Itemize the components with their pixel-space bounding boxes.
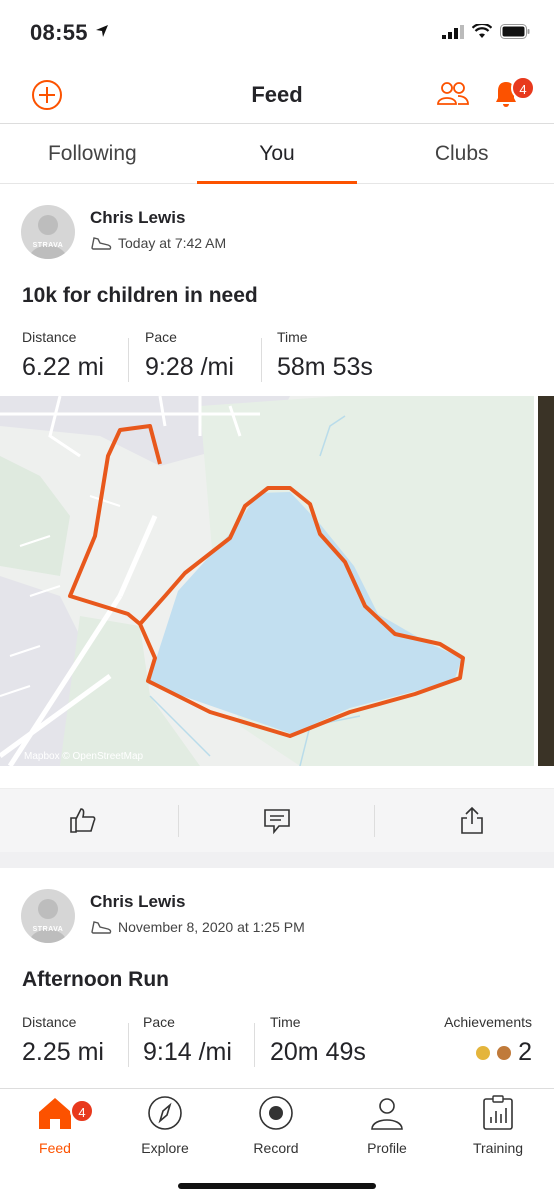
record-icon xyxy=(259,1096,293,1130)
home-indicator[interactable] xyxy=(178,1183,376,1189)
gold-medal-icon xyxy=(476,1046,491,1061)
status-icons xyxy=(442,24,530,39)
stat-value: 9:28 /mi xyxy=(145,353,234,381)
stat-value: 58m 53s xyxy=(277,353,373,381)
tab-clubs[interactable]: Clubs xyxy=(369,124,554,183)
avatar-logo-text: STRAVA xyxy=(32,926,64,933)
stat-pace: Pace 9:28 /mi xyxy=(145,329,234,382)
svg-text:Mapbox © OpenStreetMap: Mapbox © OpenStreetMap xyxy=(24,751,144,762)
notification-count-badge: 4 xyxy=(511,76,535,100)
avatar-silhouette-icon xyxy=(29,899,67,943)
action-divider xyxy=(374,805,375,837)
tabbar-label: Explore xyxy=(141,1140,189,1156)
shoe-icon xyxy=(91,921,112,934)
page-title: Feed xyxy=(251,82,303,107)
avatar-silhouette-icon xyxy=(29,215,67,259)
stat-label: Pace xyxy=(143,1014,175,1030)
avatar-logo-text: STRAVA xyxy=(32,242,64,249)
tabbar-item-profile[interactable]: Profile xyxy=(332,1095,442,1156)
home-icon xyxy=(39,1098,71,1129)
tabbar-label: Profile xyxy=(367,1140,407,1156)
find-friends-icon[interactable] xyxy=(436,80,470,108)
tab-you[interactable]: You xyxy=(185,124,370,184)
tabbar-item-feed[interactable]: Feed 4 xyxy=(0,1095,110,1156)
athlete-name[interactable]: Chris Lewis xyxy=(90,208,185,228)
avatar[interactable]: STRAVA xyxy=(21,205,75,259)
stat-divider xyxy=(254,1023,255,1067)
feed-tabs: Following You Clubs xyxy=(0,124,554,184)
activity-timestamp: Today at 7:42 AM xyxy=(118,235,227,251)
person-icon xyxy=(371,1098,403,1130)
next-photo-preview[interactable] xyxy=(538,396,554,766)
route-map[interactable]: Mapbox © OpenStreetMap xyxy=(0,396,534,766)
status-time: 08:55 xyxy=(30,20,88,45)
stat-divider xyxy=(128,1023,129,1067)
location-arrow-icon xyxy=(96,25,108,37)
feed-header: Feed 4 xyxy=(0,66,554,124)
stat-label: Time xyxy=(277,329,308,345)
stat-label: Achievements xyxy=(444,1014,532,1030)
stat-value: 2.25 mi xyxy=(22,1038,104,1066)
card-separator xyxy=(0,852,554,868)
tabbar-label: Record xyxy=(253,1140,299,1156)
stat-label: Distance xyxy=(22,329,77,345)
tabbar-label: Training xyxy=(472,1140,524,1156)
stat-achievements: Achievements 2 xyxy=(444,1014,532,1067)
tabbar-item-explore[interactable]: Explore xyxy=(110,1095,220,1156)
stat-value: 9:14 /mi xyxy=(143,1038,232,1066)
shoe-icon xyxy=(91,237,112,250)
activity-meta: Today at 7:42 AM xyxy=(90,235,226,251)
stat-time: Time 20m 49s xyxy=(270,1014,366,1067)
stat-value: 6.22 mi xyxy=(22,353,104,381)
stat-label: Pace xyxy=(145,329,177,345)
tab-following[interactable]: Following xyxy=(0,124,185,183)
tabbar-label: Feed xyxy=(39,1140,71,1156)
route-map-graphic: Mapbox © OpenStreetMap xyxy=(0,396,534,766)
achievements-value: 2 xyxy=(444,1038,532,1067)
stat-value: 20m 49s xyxy=(270,1038,366,1066)
activity-meta: November 8, 2020 at 1:25 PM xyxy=(90,919,305,935)
compass-icon xyxy=(148,1096,182,1130)
stat-distance: Distance 6.22 mi xyxy=(22,329,104,382)
activity-title[interactable]: Afternoon Run xyxy=(22,968,169,992)
athlete-name[interactable]: Chris Lewis xyxy=(90,892,185,912)
battery-icon xyxy=(500,24,530,39)
action-divider xyxy=(178,805,179,837)
achievements-count: 2 xyxy=(518,1038,532,1066)
training-icon xyxy=(483,1095,513,1130)
activity-card[interactable]: STRAVA Chris Lewis November 8, 2020 at 1… xyxy=(0,868,554,1088)
stat-time: Time 58m 53s xyxy=(277,329,373,382)
stat-divider xyxy=(261,338,262,382)
activity-actions xyxy=(0,788,554,852)
stat-label: Time xyxy=(270,1014,301,1030)
kudos-thumbs-up-icon[interactable] xyxy=(68,805,98,835)
stat-label: Distance xyxy=(22,1014,77,1030)
tabbar-item-training[interactable]: Training xyxy=(443,1095,553,1156)
tabbar-item-record[interactable]: Record xyxy=(221,1095,331,1156)
stat-pace: Pace 9:14 /mi xyxy=(143,1014,232,1067)
comment-icon[interactable] xyxy=(262,805,292,835)
stat-divider xyxy=(128,338,129,382)
feed-count-badge: 4 xyxy=(70,1099,94,1123)
wifi-icon xyxy=(472,24,492,38)
avatar[interactable]: STRAVA xyxy=(21,889,75,943)
activity-title[interactable]: 10k for children in need xyxy=(22,284,258,308)
status-bar: 08:55 xyxy=(0,0,554,66)
bronze-medal-icon xyxy=(497,1046,512,1061)
share-icon[interactable] xyxy=(457,805,487,835)
signal-icon xyxy=(442,24,464,39)
stat-distance: Distance 2.25 mi xyxy=(22,1014,104,1067)
activity-timestamp: November 8, 2020 at 1:25 PM xyxy=(118,919,305,935)
